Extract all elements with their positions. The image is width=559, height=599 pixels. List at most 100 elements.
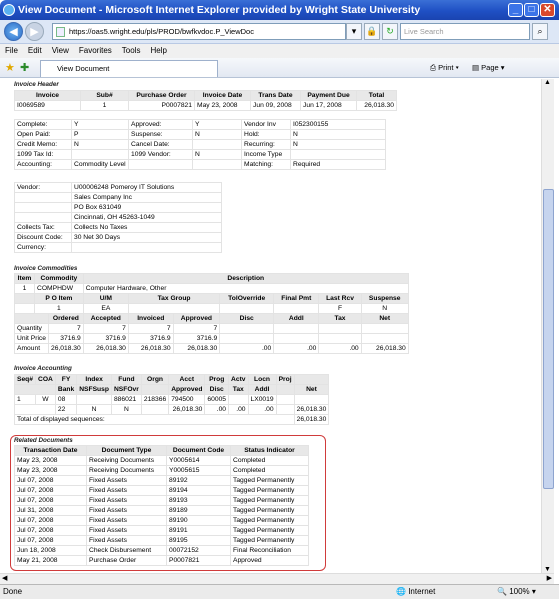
value: N xyxy=(71,139,129,150)
value xyxy=(192,139,242,150)
table-row: Jul 31, 2008 Fixed Assets 89189 Tagged Perm… xyxy=(14,505,309,516)
col-header: Actv xyxy=(228,374,249,385)
value xyxy=(290,149,386,160)
cell: Jul 07, 2008 xyxy=(14,485,87,496)
col-header: Index xyxy=(76,374,112,385)
cell: 1 xyxy=(34,303,84,314)
col-header: Bank xyxy=(54,384,78,395)
lock-icon[interactable]: 🔒 xyxy=(364,23,380,40)
cell xyxy=(318,323,362,334)
dropdown-arrow-icon[interactable]: ▾ xyxy=(346,23,362,40)
favorites-star-icon[interactable]: ★ xyxy=(5,61,15,74)
scroll-left-icon[interactable]: ◀ xyxy=(2,574,7,582)
forward-button[interactable]: ▶ xyxy=(25,22,44,41)
scroll-up-icon[interactable]: ▲ xyxy=(544,79,551,86)
page-button[interactable]: ▤ Page ▾ xyxy=(472,63,505,72)
value: N xyxy=(290,139,386,150)
col-header: Approved xyxy=(172,313,221,324)
value: 30 Net 30 Days xyxy=(71,232,222,243)
cell: 3716.9 xyxy=(48,333,84,344)
table-row: Collects Tax: Collects No Taxes xyxy=(14,222,222,233)
col-header: Tax Group xyxy=(127,293,221,304)
horizontal-scrollbar[interactable]: ◀ ▶ xyxy=(0,573,554,584)
vertical-scrollbar[interactable]: ▲ ▼ xyxy=(541,79,554,573)
spacer xyxy=(14,212,72,223)
cell xyxy=(228,394,249,405)
value: Commodity Level xyxy=(71,159,129,170)
col-header: TolOverride xyxy=(219,293,275,304)
page-label: Page xyxy=(481,63,499,72)
col-header: Orgn xyxy=(140,374,170,385)
zoom-control[interactable]: 🔍 100% ▾ xyxy=(497,585,536,599)
table-row: 1099 Tax Id: 1099 Vendor: N Income Type xyxy=(14,149,386,160)
cell: 89193 xyxy=(166,495,231,506)
cell: 3716.9 xyxy=(127,333,174,344)
spacer xyxy=(275,404,295,415)
value: Required xyxy=(290,159,386,170)
scroll-down-icon[interactable]: ▼ xyxy=(544,566,551,573)
menu-favorites[interactable]: Favorites xyxy=(74,44,117,58)
back-button[interactable]: ◀ xyxy=(4,22,23,41)
cell: 3716.9 xyxy=(172,333,221,344)
menu-tools[interactable]: Tools xyxy=(117,44,146,58)
col-header: Trans Date xyxy=(250,90,301,101)
vendor-line: PO Box 631049 xyxy=(71,202,222,213)
menu-view[interactable]: View xyxy=(47,44,74,58)
cell: 26,018.30 xyxy=(360,343,409,354)
col-header: U/M xyxy=(82,293,129,304)
zoom-label: 100% xyxy=(509,587,530,596)
search-input[interactable]: Live Search xyxy=(400,23,530,40)
scroll-right-icon[interactable]: ▶ xyxy=(547,574,552,582)
minimize-button[interactable]: _ xyxy=(508,3,523,17)
cell: Jul 07, 2008 xyxy=(14,535,87,546)
vendor-name: U00006248 Pomeroy IT Solutions xyxy=(71,182,222,193)
cell: 1 xyxy=(14,283,35,294)
menu-edit[interactable]: Edit xyxy=(23,44,47,58)
table-row: Complete: Y Approved: Y Vendor Inv I052300155 xyxy=(14,119,386,130)
label: Complete: xyxy=(14,119,72,130)
col-header: Tax xyxy=(228,384,249,395)
refresh-icon[interactable]: ↻ xyxy=(382,23,398,40)
search-icon[interactable]: ⌕ xyxy=(532,23,548,40)
print-label: Print xyxy=(438,63,454,72)
tab-view-document[interactable]: View Document xyxy=(40,60,218,77)
cell: Completed xyxy=(230,465,309,476)
cell: Jul 07, 2008 xyxy=(14,515,87,526)
maximize-button[interactable]: □ xyxy=(524,3,539,17)
add-favorites-icon[interactable]: ✚ xyxy=(20,61,29,74)
col-header: Fund xyxy=(110,374,142,385)
cell xyxy=(318,333,362,344)
table-row: Jul 07, 2008 Fixed Assets 89190 Tagged Perm… xyxy=(14,515,309,526)
cell: 89192 xyxy=(166,475,231,486)
cell: Tagged Permanently xyxy=(230,485,309,496)
cell: Completed xyxy=(230,455,309,466)
print-button[interactable]: ⎙ Print ▾ xyxy=(430,63,459,73)
cell: 60005 xyxy=(204,394,230,405)
label: Income Type xyxy=(241,149,291,160)
url-input[interactable]: https://oas5.wright.edu/pls/PROD/bwfkvdo… xyxy=(52,23,346,40)
cell xyxy=(273,303,320,314)
invoice-accounting-title: Invoice Accounting xyxy=(14,365,72,372)
url-text: https://oas5.wright.edu/pls/PROD/bwfkvdo… xyxy=(69,27,254,36)
table-row: May 23, 2008 Receiving Documents Y0005615 C… xyxy=(14,465,309,476)
col-header: P O Item xyxy=(34,293,84,304)
cell: P0007821 xyxy=(128,100,195,111)
zone-indicator: 🌐 Internet xyxy=(396,587,436,596)
scroll-thumb[interactable] xyxy=(543,189,554,489)
cell: 89189 xyxy=(166,505,231,516)
label: Vendor Inv xyxy=(241,119,291,130)
table-row: Jul 07, 2008 Fixed Assets 89192 Tagged Perm… xyxy=(14,475,309,486)
cell xyxy=(76,394,112,405)
cell: 89195 xyxy=(166,535,231,546)
search-placeholder: Live Search xyxy=(404,27,444,36)
menu-help[interactable]: Help xyxy=(145,44,171,58)
label: Approved: xyxy=(128,119,193,130)
vendor-line: Cincinnati, OH 45263-1049 xyxy=(71,212,222,223)
close-button[interactable]: ✕ xyxy=(540,3,555,17)
value: I052300155 xyxy=(290,119,386,130)
menu-file[interactable]: File xyxy=(0,44,23,58)
cell: Computer Hardware, Other xyxy=(82,283,409,294)
invoice-commodities-title: Invoice Commodities xyxy=(14,265,78,272)
cell: Check Disbursement xyxy=(86,545,167,556)
accounting-table: Seq# COA FY Index Fund Orgn Acct Prog Actv Locn Pr… xyxy=(14,374,330,425)
